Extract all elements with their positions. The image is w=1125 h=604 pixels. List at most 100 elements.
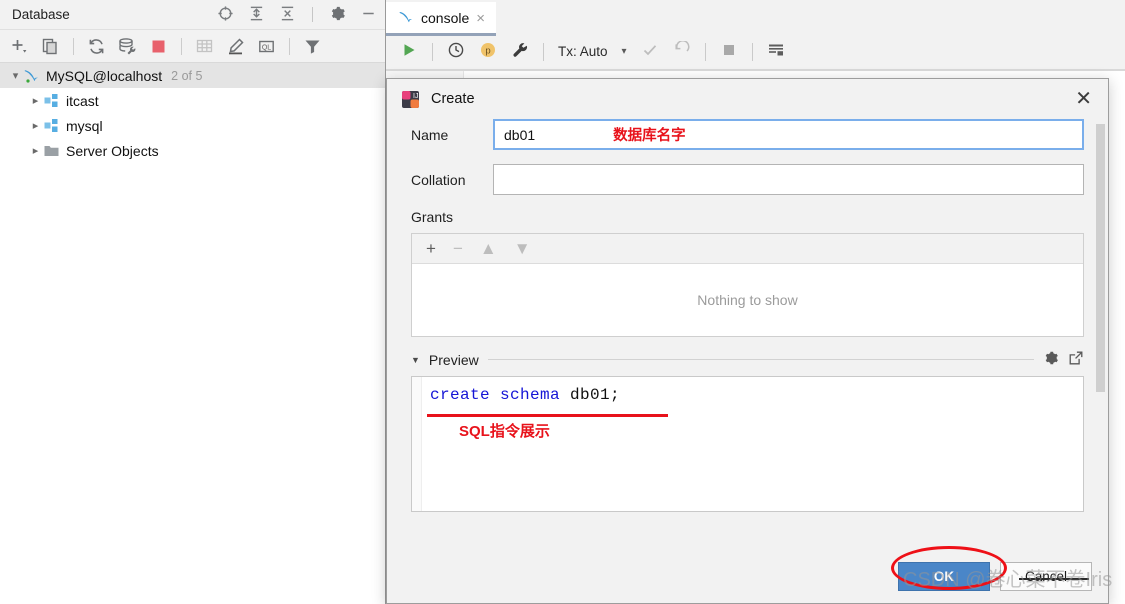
tree-node-label: MySQL@localhost	[46, 67, 163, 84]
collapse-all-icon[interactable]	[279, 5, 296, 25]
tab-console[interactable]: console ×	[386, 2, 497, 36]
refresh-icon[interactable]	[87, 37, 106, 56]
filter-icon[interactable]	[303, 37, 322, 56]
add-new-icon[interactable]	[10, 37, 29, 56]
toolbar-divider	[543, 42, 544, 61]
stop-icon	[720, 41, 738, 62]
schema-icon	[43, 92, 60, 109]
database-header-icon-group	[217, 5, 377, 25]
parameters-icon[interactable]: p	[479, 41, 497, 62]
tree-node-mysql[interactable]: ▸ mysql	[0, 113, 385, 138]
add-grant-icon[interactable]: +	[426, 240, 436, 257]
editor-tabstrip: console ×	[386, 0, 1125, 36]
data-source-properties-icon[interactable]	[118, 37, 137, 56]
mysql-dolphin-icon	[23, 67, 40, 84]
move-up-icon: ▲	[479, 239, 497, 258]
tree-node-server-objects[interactable]: ▸ Server Objects	[0, 138, 385, 163]
toolbar-divider	[704, 42, 706, 61]
grants-toolbar: + − ▲ ▼	[412, 234, 1083, 264]
sql-preview-statement: create schema db01;	[430, 386, 620, 404]
folder-icon	[43, 142, 60, 159]
annotation-cancel-underline	[1019, 578, 1089, 580]
cancel-button[interactable]: Cancel	[1000, 562, 1092, 591]
duplicate-icon[interactable]	[41, 37, 60, 56]
svg-text:IJ: IJ	[413, 93, 418, 100]
toolbar-divider	[432, 42, 433, 61]
tree-node-label: itcast	[66, 92, 99, 109]
tab-label: console	[421, 10, 470, 26]
minimize-icon[interactable]	[360, 5, 377, 25]
toolbar-divider	[181, 37, 182, 55]
tree-node-mysql-localhost[interactable]: ▾ MySQL@localhost 2 of 5	[0, 63, 385, 88]
settings-gear-icon[interactable]	[329, 5, 346, 25]
grants-panel: + − ▲ ▼ Nothing to show	[411, 233, 1084, 337]
dialog-button-bar: OK Cancel	[898, 562, 1092, 591]
chevron-right-icon[interactable]: ▸	[28, 144, 43, 157]
database-panel-title: Database	[12, 7, 70, 22]
output-panel-icon[interactable]	[767, 41, 785, 62]
table-editor-icon[interactable]	[195, 37, 214, 56]
collation-field-label: Collation	[411, 171, 466, 188]
svg-text:QL: QL	[262, 44, 271, 51]
history-clock-icon[interactable]	[447, 41, 465, 62]
tree-node-count-badge: 2 of 5	[171, 68, 203, 83]
execute-run-icon[interactable]	[400, 41, 418, 62]
dialog-content: Name db01 数据库名字 Collation Grants + − ▲ ▼…	[387, 119, 1108, 512]
move-down-icon: ▼	[513, 239, 531, 258]
database-tool-window: Database QL ▾ MySQL@localhost 2 of 5 ▸ i…	[0, 0, 386, 604]
preview-section-header: ▼ Preview	[411, 350, 1084, 369]
toolbar-divider	[751, 42, 753, 61]
mysql-dolphin-icon	[398, 9, 414, 28]
annotation-sql-underline	[427, 414, 668, 417]
name-field-row: Name db01 数据库名字	[411, 119, 1084, 150]
expand-all-icon[interactable]	[248, 5, 265, 25]
chevron-down-icon[interactable]: ▾	[622, 46, 627, 57]
tree-node-label: mysql	[66, 117, 103, 134]
close-icon[interactable]: ✕	[1071, 89, 1096, 109]
dialog-title: Create	[431, 91, 475, 107]
chevron-down-icon[interactable]: ▾	[8, 69, 23, 82]
create-schema-dialog: IJ Create ✕ Name db01 数据库名字 Collation Gr…	[386, 78, 1109, 604]
database-panel-header: Database	[0, 0, 385, 30]
grants-empty-state: Nothing to show	[412, 264, 1083, 336]
toolbar-divider	[289, 37, 290, 55]
sql-preview-box[interactable]: create schema db01; SQL指令展示	[411, 376, 1084, 512]
grants-label: Grants	[411, 209, 454, 225]
scrollbar-thumb[interactable]	[1096, 124, 1105, 392]
commit-check-icon	[641, 41, 659, 62]
dialog-scrollbar[interactable]	[1095, 123, 1106, 419]
modify-icon[interactable]	[226, 37, 245, 56]
chevron-right-icon[interactable]: ▸	[28, 94, 43, 107]
tree-node-label: Server Objects	[66, 142, 159, 159]
collation-field-row: Collation	[411, 164, 1084, 195]
name-input[interactable]: db01 数据库名字	[493, 119, 1084, 150]
name-input-value: db01	[504, 126, 536, 143]
collation-input[interactable]	[493, 164, 1084, 195]
database-tree: ▾ MySQL@localhost 2 of 5 ▸ itcast ▸ mysq…	[0, 63, 385, 163]
query-console-icon[interactable]: QL	[257, 37, 276, 56]
preview-gutter	[412, 377, 422, 511]
tab-active-underline	[386, 33, 497, 36]
locate-target-icon[interactable]	[217, 5, 234, 25]
ok-button[interactable]: OK	[898, 562, 990, 591]
toolbar-divider	[73, 37, 74, 55]
open-in-editor-icon[interactable]	[1068, 350, 1084, 369]
tree-node-itcast[interactable]: ▸ itcast	[0, 88, 385, 113]
annotation-name-note: 数据库名字	[613, 128, 686, 144]
transaction-mode-label[interactable]: Tx: Auto	[558, 44, 608, 59]
sql-identifier: db01;	[560, 386, 621, 404]
close-icon[interactable]: ×	[476, 11, 485, 26]
toolbar-divider	[312, 7, 313, 22]
svg-text:p: p	[485, 46, 490, 57]
name-field-label: Name	[411, 126, 449, 143]
divider	[487, 359, 1034, 360]
intellij-app-icon: IJ	[401, 90, 420, 109]
remove-grant-icon: −	[452, 239, 463, 258]
dialog-titlebar: IJ Create ✕	[387, 79, 1108, 119]
chevron-down-icon[interactable]: ▼	[411, 355, 420, 365]
wrench-settings-icon[interactable]	[511, 41, 529, 62]
preview-settings-gear-icon[interactable]	[1043, 350, 1059, 369]
chevron-right-icon[interactable]: ▸	[28, 119, 43, 132]
stop-icon[interactable]	[149, 37, 168, 56]
console-run-toolbar: p Tx: Auto ▾	[386, 34, 1125, 70]
